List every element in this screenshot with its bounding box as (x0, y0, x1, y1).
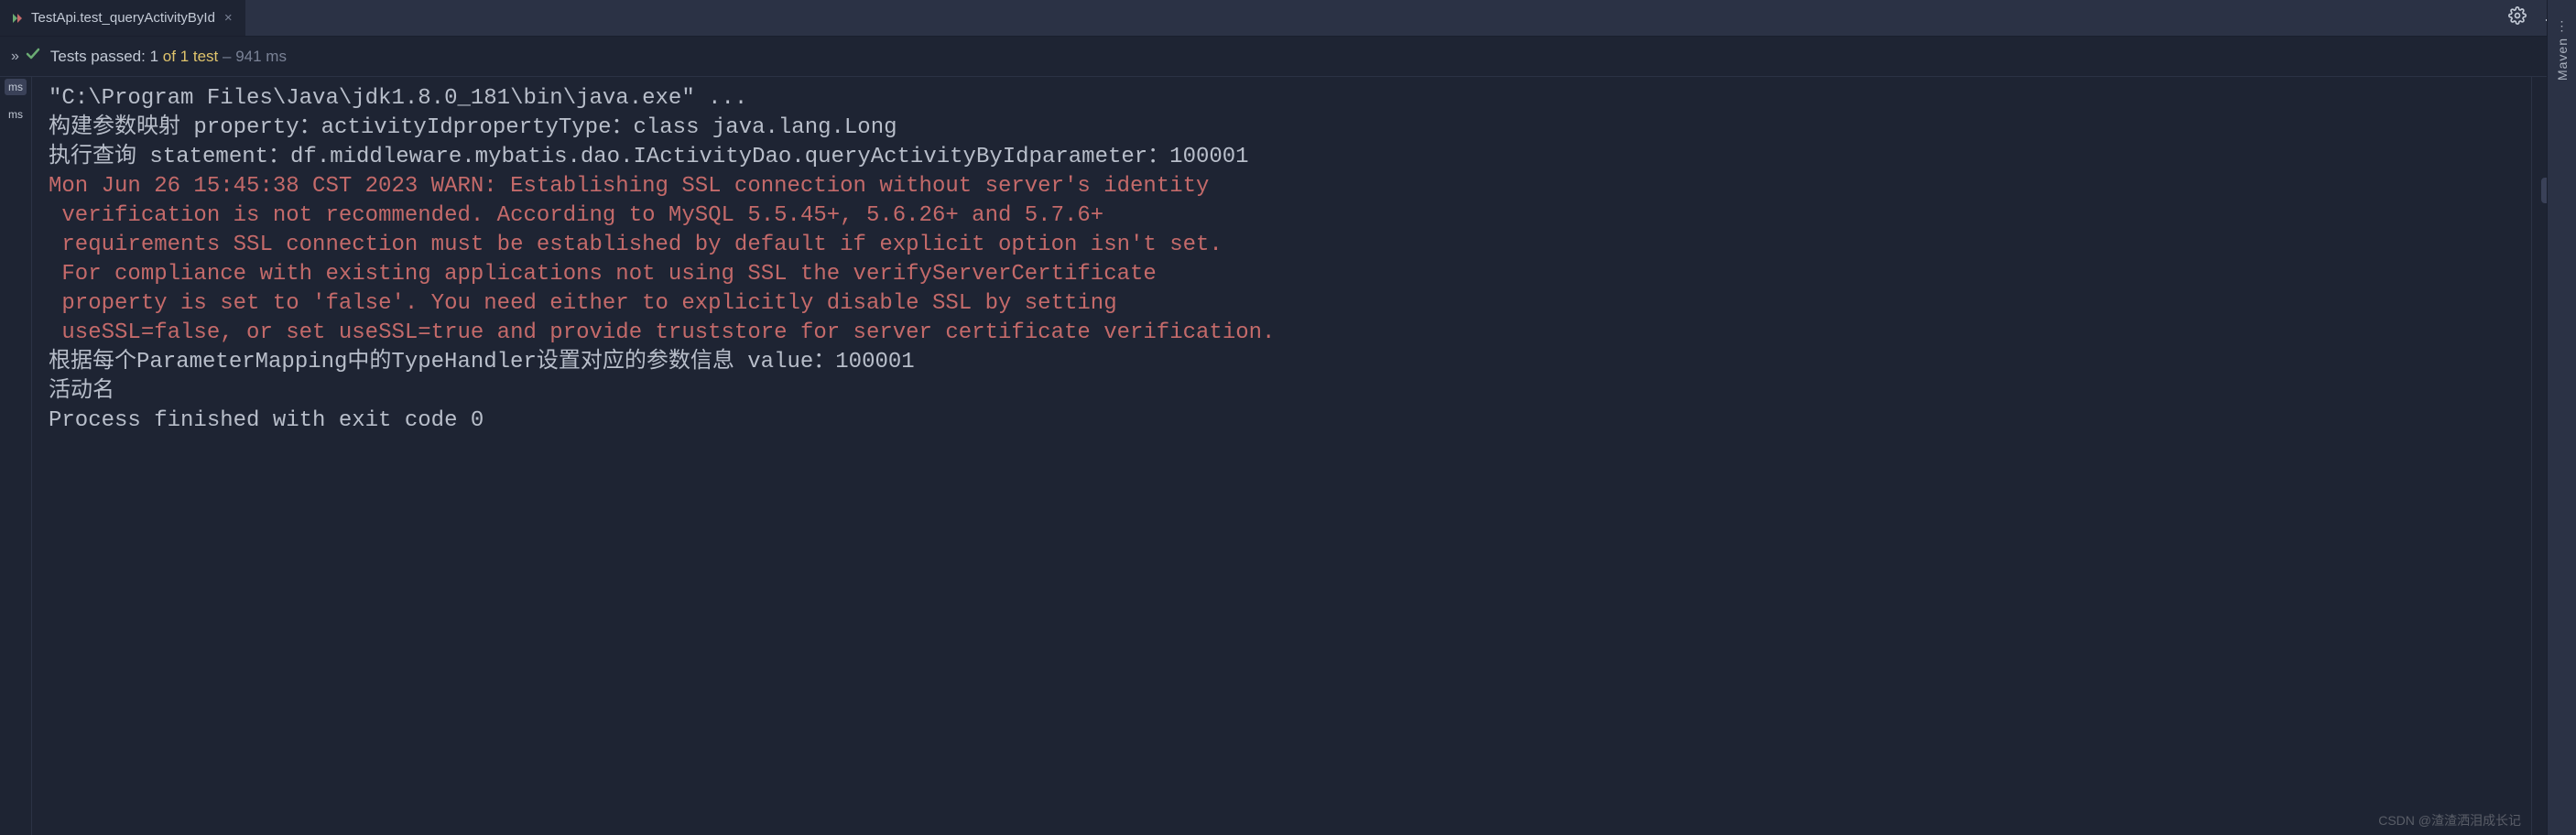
console-line: verification is not recommended. Accordi… (49, 201, 2515, 231)
duration: 941 ms (235, 48, 287, 65)
tab-bar: TestApi.test_queryActivityById × (0, 0, 2576, 37)
console-line: Mon Jun 26 15:45:38 CST 2023 WARN: Estab… (49, 172, 2515, 201)
tests-passed-label: Tests passed: 1 of 1 test – 941 ms (50, 48, 287, 66)
gutter-label-1[interactable]: ms (5, 79, 27, 95)
console-line: 构建参数映射 property：activityIdpropertyType：c… (49, 114, 2515, 143)
test-status-bar: » Tests passed: 1 of 1 test – 941 ms (0, 37, 2576, 77)
maven-label[interactable]: Maven (2555, 38, 2570, 81)
console-line: property is set to 'false'. You need eit… (49, 289, 2515, 319)
main-area: ms ms "C:\Program Files\Java\jdk1.8.0_18… (0, 77, 2576, 835)
of-text: of 1 test (163, 48, 218, 65)
tab-label: TestApi.test_queryActivityById (31, 10, 215, 26)
gear-icon[interactable] (2508, 6, 2527, 30)
close-icon[interactable]: × (223, 10, 234, 26)
status-dash: – 941 ms (223, 48, 287, 65)
console-line: For compliance with existing application… (49, 260, 2515, 289)
console-line: Process finished with exit code 0 (49, 407, 2515, 436)
chevrons-icon[interactable]: » (11, 49, 16, 65)
tab-test-api[interactable]: TestApi.test_queryActivityById × (0, 0, 246, 36)
console-line: requirements SSL connection must be esta… (49, 231, 2515, 260)
console-line: "C:\Program Files\Java\jdk1.8.0_181\bin\… (49, 84, 2515, 114)
watermark: CSDN @渣渣洒泪成长记 (2378, 811, 2521, 830)
console-line: 根据每个ParameterMapping中的TypeHandler设置对应的参数… (49, 348, 2515, 377)
console-output[interactable]: "C:\Program Files\Java\jdk1.8.0_181\bin\… (31, 77, 2532, 835)
gutter-label-2[interactable]: ms (5, 106, 27, 123)
sidebar-dots-icon: ⋮ (2556, 18, 2569, 34)
left-gutter: ms ms (0, 77, 31, 835)
run-config-icon (11, 12, 24, 25)
dash-char: – (223, 48, 231, 65)
check-icon (25, 46, 41, 67)
passed-count: 1 (150, 48, 158, 65)
maven-sidebar[interactable]: ⋮ Maven (2547, 0, 2576, 835)
console-line: 活动名 (49, 377, 2515, 407)
console-line: useSSL=false, or set useSSL=true and pro… (49, 319, 2515, 348)
passed-prefix: Tests passed: (50, 48, 146, 65)
console-line: 执行查询 statement：df.middleware.mybatis.dao… (49, 143, 2515, 172)
